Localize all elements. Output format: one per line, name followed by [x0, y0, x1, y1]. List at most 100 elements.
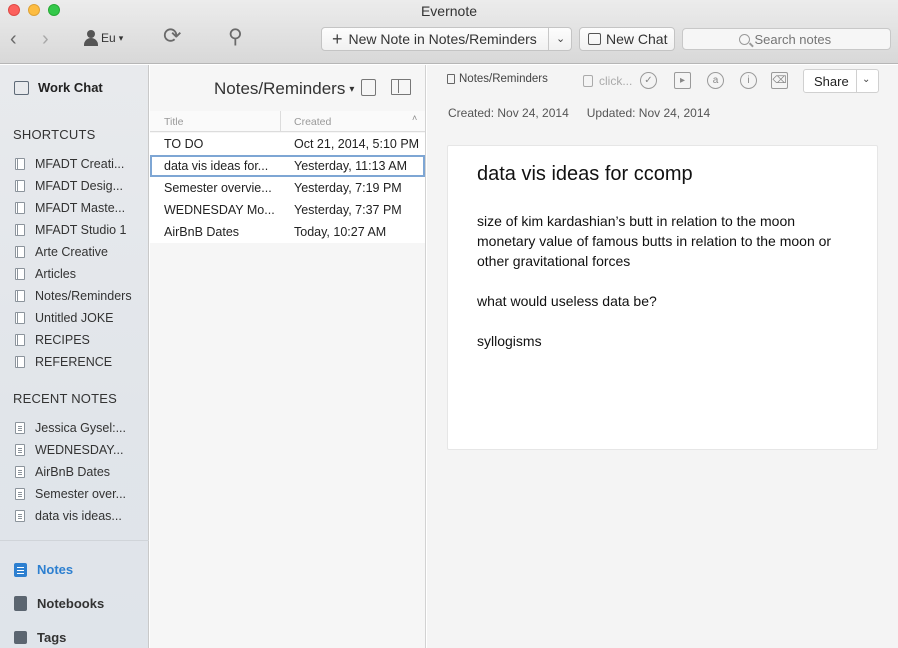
table-row[interactable]: AirBnB Dates Today, 10:27 AM — [150, 221, 425, 243]
notebook-icon — [15, 158, 25, 170]
nav-tags[interactable]: Tags — [14, 630, 66, 645]
divider — [0, 540, 149, 541]
trash-icon[interactable]: ⌫ — [771, 72, 788, 89]
tag-icon — [583, 75, 593, 87]
table-row-selected[interactable]: data vis ideas for... Yesterday, 11:13 A… — [150, 155, 425, 177]
shortcut-item[interactable]: Arte Creative — [15, 245, 108, 259]
new-note-button[interactable]: + New Note in Notes/Reminders ⌄ — [321, 27, 572, 51]
share-notebook-icon[interactable] — [361, 79, 376, 96]
chevron-down-icon[interactable]: ⌄ — [862, 74, 870, 85]
reminder-icon[interactable]: ✓ — [640, 72, 657, 89]
activity-icon[interactable]: ⚲ — [228, 27, 243, 47]
at-mention-icon[interactable]: a — [707, 72, 724, 89]
shortcut-item[interactable]: Articles — [15, 267, 76, 281]
nav-notebooks-label: Notebooks — [37, 596, 105, 611]
updated-date: Updated: Nov 24, 2014 — [586, 106, 711, 120]
recent-note-item[interactable]: data vis ideas... — [15, 509, 122, 523]
chevron-left-icon[interactable]: ‹ — [10, 29, 17, 49]
divider — [856, 70, 857, 92]
chevron-down-icon[interactable]: ⌄ — [556, 32, 565, 45]
table-row[interactable]: TO DO Oct 21, 2014, 5:10 PM — [150, 133, 425, 155]
column-title[interactable]: Title — [164, 116, 183, 128]
shortcut-label: Untitled JOKE — [35, 311, 114, 325]
recent-note-item[interactable]: Semester over... — [15, 487, 126, 501]
chevron-right-icon[interactable]: › — [42, 29, 49, 49]
person-icon — [84, 30, 98, 46]
recent-note-label: data vis ideas... — [35, 509, 122, 523]
row-title: TO DO — [164, 137, 204, 151]
window-title: Evernote — [420, 3, 478, 19]
shortcut-label: REFERENCE — [35, 355, 113, 369]
row-title: WEDNESDAY Mo... — [164, 203, 275, 217]
account-menu[interactable]: Eu ▾ — [84, 30, 123, 46]
note-body-line[interactable]: syllogisms — [477, 331, 862, 351]
sync-icon[interactable]: ⟳ — [163, 25, 181, 47]
notebook-selector[interactable]: Notes/Reminders ▾ — [214, 79, 354, 99]
notebook-icon — [15, 202, 25, 214]
shortcut-label: MFADT Creati... — [35, 157, 125, 171]
note-toolbar: Notes/Reminders click... ✓ ▸ a i ⌫ Share… — [427, 65, 898, 127]
new-note-label: New Note in Notes/Reminders — [348, 31, 537, 47]
title-toolbar: Evernote ‹ › Eu ▾ ⟳ ⚲ + New Note in Note… — [0, 0, 898, 64]
shortcut-label: RECIPES — [35, 333, 90, 347]
note-body-line[interactable]: what would useless data be? — [477, 291, 862, 311]
recent-note-label: AirBnB Dates — [35, 465, 111, 479]
shortcut-item[interactable]: Untitled JOKE — [15, 311, 114, 325]
info-icon[interactable]: i — [740, 72, 757, 89]
recent-note-label: WEDNESDAY... — [35, 443, 124, 457]
shortcut-item[interactable]: MFADT Studio 1 — [15, 223, 126, 237]
notebook-icon — [15, 246, 25, 258]
note-body-line[interactable]: monetary value of famous butts in relati… — [477, 231, 862, 271]
shortcut-item[interactable]: REFERENCE — [15, 355, 112, 369]
note-icon — [15, 488, 25, 500]
notebooks-icon — [14, 596, 27, 611]
nav-tags-label: Tags — [37, 630, 67, 645]
table-row[interactable]: Semester overvie... Yesterday, 7:19 PM — [150, 177, 425, 199]
tag-placeholder: click... — [599, 74, 633, 88]
note-notebook-label: Notes/Reminders — [459, 73, 548, 85]
shortcut-item[interactable]: MFADT Creati... — [15, 157, 124, 171]
note-list-panel: Notes/Reminders ▾ Title Created ˄ TO DO … — [150, 65, 426, 648]
share-button[interactable]: Share ⌄ — [803, 69, 879, 93]
shortcut-item[interactable]: RECIPES — [15, 333, 90, 347]
note-title[interactable]: data vis ideas for ccomp — [477, 163, 693, 186]
row-title: data vis ideas for... — [164, 159, 269, 173]
note-icon — [15, 466, 25, 478]
recent-note-item[interactable]: AirBnB Dates — [15, 465, 110, 479]
shortcut-item[interactable]: MFADT Desig... — [15, 179, 123, 193]
shortcut-item[interactable]: MFADT Maste... — [15, 201, 125, 215]
shortcut-label: Arte Creative — [35, 245, 108, 259]
note-editor[interactable]: data vis ideas for ccomp size of kim kar… — [447, 145, 878, 450]
sort-arrow-icon: ˄ — [412, 113, 418, 123]
new-chat-button[interactable]: New Chat — [579, 27, 675, 51]
row-created: Yesterday, 11:13 AM — [294, 159, 408, 173]
notebook-icon — [15, 268, 25, 280]
share-label: Share — [814, 74, 849, 89]
work-chat-item[interactable]: Work Chat — [14, 80, 103, 95]
nav-notes[interactable]: Notes — [14, 562, 73, 577]
search-field[interactable] — [682, 28, 891, 50]
shortcut-label: MFADT Maste... — [35, 201, 126, 215]
presentation-icon[interactable]: ▸ — [674, 72, 691, 89]
shortcut-item[interactable]: Notes/Reminders — [15, 289, 132, 303]
row-created: Today, 10:27 AM — [294, 225, 387, 239]
notebook-icon — [15, 356, 25, 368]
view-options-icon[interactable] — [391, 79, 411, 95]
note-icon — [15, 422, 25, 434]
chat-icon — [588, 33, 601, 45]
tag-field[interactable]: click... — [583, 74, 632, 88]
recent-notes-heading: RECENT NOTES — [13, 391, 118, 406]
recent-note-item[interactable]: Jessica Gysel:... — [15, 421, 126, 435]
notes-icon — [14, 562, 27, 577]
nav-notebooks[interactable]: Notebooks — [14, 596, 104, 611]
search-input[interactable] — [754, 31, 835, 47]
note-rows: TO DO Oct 21, 2014, 5:10 PM data vis ide… — [150, 133, 425, 243]
note-body-line[interactable]: size of kim kardashian’s butt in relatio… — [477, 211, 862, 231]
table-row[interactable]: WEDNESDAY Mo... Yesterday, 7:37 PM — [150, 199, 425, 221]
note-notebook-selector[interactable]: Notes/Reminders — [447, 73, 548, 85]
recent-note-item[interactable]: WEDNESDAY... — [15, 443, 123, 457]
note-table-header: Title Created ˄ — [150, 111, 425, 132]
shortcut-label: Articles — [35, 267, 76, 281]
column-created[interactable]: Created — [294, 116, 331, 128]
account-label: Eu — [101, 31, 116, 45]
